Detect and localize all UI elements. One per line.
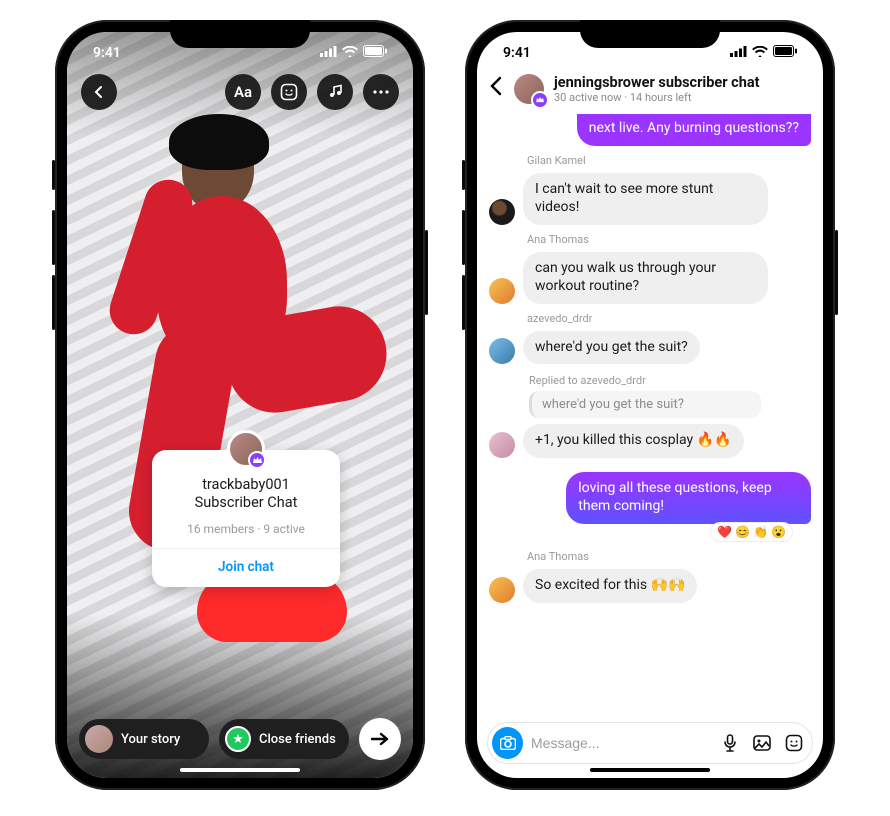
music-tool-button[interactable] — [317, 74, 353, 110]
sticker-icon[interactable] — [784, 733, 804, 753]
text-tool-button[interactable]: Aa — [225, 74, 261, 110]
more-tool-button[interactable] — [363, 74, 399, 110]
status-time: 9:41 — [503, 45, 531, 61]
home-indicator[interactable] — [180, 768, 300, 772]
star-icon: ★ — [225, 726, 251, 752]
message-incoming[interactable]: where'd you get the suit? — [523, 331, 700, 365]
sender-avatar[interactable] — [489, 199, 515, 225]
back-button[interactable] — [81, 74, 117, 110]
message-input[interactable] — [531, 735, 712, 751]
story-topbar: Aa — [67, 74, 413, 110]
sender-name: Ana Thomas — [527, 233, 811, 246]
chat-screen: 9:41 — [477, 32, 823, 778]
chat-header: jenningsbrower subscriber chat 30 active… — [477, 70, 823, 112]
crown-badge-icon — [531, 91, 549, 109]
chat-title: jenningsbrower subscriber chat — [554, 74, 811, 91]
wifi-icon — [752, 45, 768, 61]
message-incoming[interactable]: So excited for this 🙌🙌 — [523, 569, 697, 603]
your-story-label: Your story — [121, 732, 180, 747]
cellular-icon — [730, 45, 747, 61]
send-to-button[interactable] — [359, 718, 401, 760]
message-outgoing[interactable]: next live. Any burning questions?? — [577, 114, 811, 146]
card-subtitle: 16 members · 9 active — [164, 522, 328, 536]
battery-icon — [363, 45, 387, 61]
cellular-icon — [320, 45, 337, 61]
reply-label: Replied to azevedo_drdr — [529, 374, 811, 387]
message-reactions[interactable]: ❤️ 😊 👏 😮 — [710, 522, 793, 542]
close-friends-button[interactable]: ★ Close friends — [219, 719, 349, 759]
sender-avatar[interactable] — [489, 338, 515, 364]
gallery-icon[interactable] — [752, 733, 772, 753]
sticker-tool-button[interactable] — [271, 74, 307, 110]
chat-subtitle: 30 active now · 14 hours left — [554, 91, 811, 104]
messages-list[interactable]: next live. Any burning questions?? Gilan… — [477, 114, 823, 716]
camera-button[interactable] — [492, 727, 523, 759]
story-editor-screen: 9:41 — [67, 32, 413, 778]
story-share-bar: Your story ★ Close friends — [67, 718, 413, 760]
voice-icon[interactable] — [720, 733, 740, 753]
battery-icon — [773, 45, 797, 61]
your-story-avatar — [85, 725, 113, 753]
header-avatar[interactable] — [514, 74, 544, 104]
quoted-message[interactable]: where'd you get the suit? — [529, 391, 761, 418]
message-composer — [487, 722, 813, 764]
join-chat-button[interactable]: Join chat — [164, 549, 328, 577]
sender-name: azevedo_drdr — [527, 312, 811, 325]
sender-avatar[interactable] — [489, 432, 515, 458]
wifi-icon — [342, 45, 358, 61]
sender-name: Gilan Kamel — [527, 154, 811, 167]
card-avatar — [227, 430, 265, 468]
message-incoming[interactable]: can you walk us through your workout rou… — [523, 252, 768, 304]
phone-notch — [580, 20, 720, 48]
phone-left: 9:41 — [55, 20, 425, 790]
sender-avatar[interactable] — [489, 278, 515, 304]
header-titles[interactable]: jenningsbrower subscriber chat 30 active… — [554, 74, 811, 104]
status-time: 9:41 — [93, 45, 121, 61]
your-story-button[interactable]: Your story — [79, 719, 209, 759]
subscriber-chat-card: trackbaby001 Subscriber Chat 16 members … — [152, 450, 340, 587]
close-friends-label: Close friends — [259, 732, 336, 747]
message-incoming[interactable]: +1, you killed this cosplay 🔥🔥 — [523, 424, 744, 458]
sender-name: Ana Thomas — [527, 550, 811, 563]
back-button[interactable] — [487, 76, 504, 102]
message-outgoing[interactable]: loving all these questions, keep them co… — [566, 472, 811, 524]
message-incoming[interactable]: I can't wait to see more stunt videos! — [523, 173, 768, 225]
home-indicator[interactable] — [590, 768, 710, 772]
sender-avatar[interactable] — [489, 577, 515, 603]
phone-notch — [170, 20, 310, 48]
phone-right: 9:41 — [465, 20, 835, 790]
crown-badge-icon — [248, 451, 266, 469]
card-title: trackbaby001 Subscriber Chat — [164, 476, 328, 512]
